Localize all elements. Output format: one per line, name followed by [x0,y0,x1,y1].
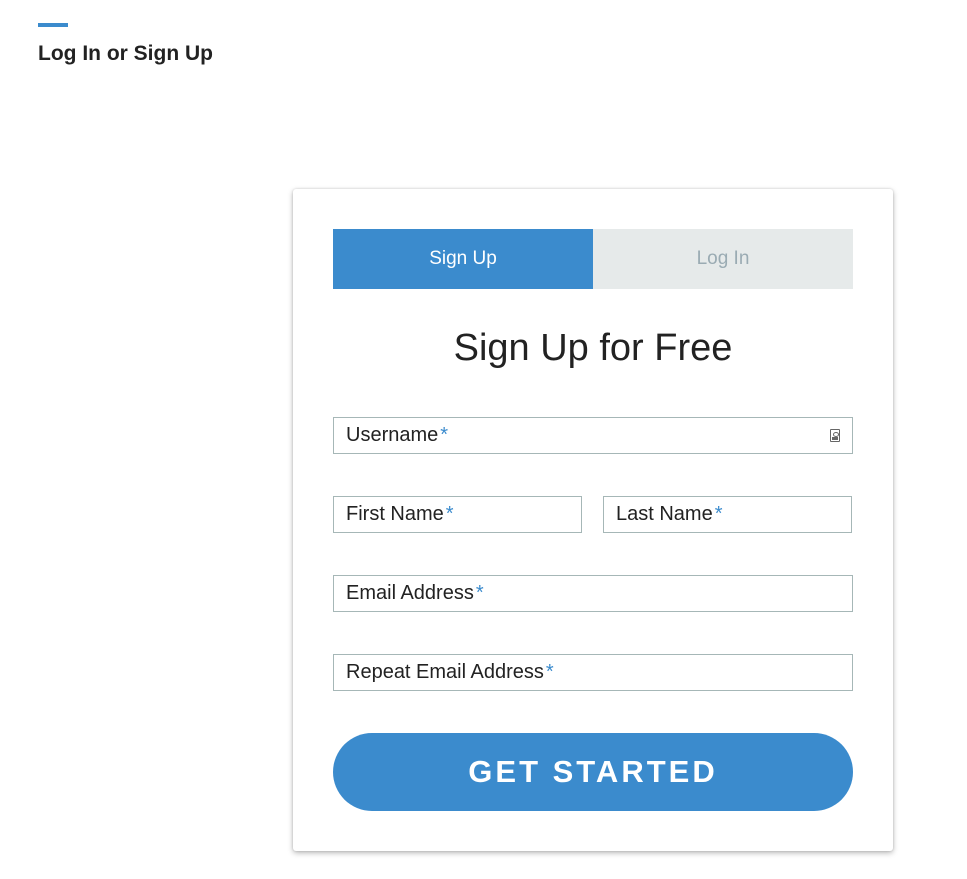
required-marker: * [445,503,454,525]
repeat-email-field[interactable]: Repeat Email Address * [333,654,853,691]
contact-card-icon[interactable] [830,429,840,442]
username-field[interactable]: Username * [333,417,853,454]
required-marker: * [714,503,723,525]
first-name-placeholder: First Name [346,503,444,525]
required-marker: * [545,661,554,683]
required-marker: * [475,582,484,604]
last-name-placeholder: Last Name [616,503,713,525]
last-name-field[interactable]: Last Name * [603,496,852,533]
required-marker: * [440,424,449,446]
header-accent-bar [38,23,68,27]
tab-log-in[interactable]: Log In [593,229,853,289]
repeat-email-placeholder: Repeat Email Address [346,661,544,683]
username-placeholder: Username [346,424,439,446]
get-started-button[interactable]: GET STARTED [333,733,853,811]
auth-tabs: Sign Up Log In [333,229,853,289]
auth-card: Sign Up Log In Sign Up for Free Username… [293,189,893,851]
email-field[interactable]: Email Address * [333,575,853,612]
form-heading: Sign Up for Free [453,327,733,369]
first-name-field[interactable]: First Name * [333,496,582,533]
tab-sign-up[interactable]: Sign Up [333,229,593,289]
page-title: Log In or Sign Up [38,42,213,65]
email-placeholder: Email Address [346,582,474,604]
